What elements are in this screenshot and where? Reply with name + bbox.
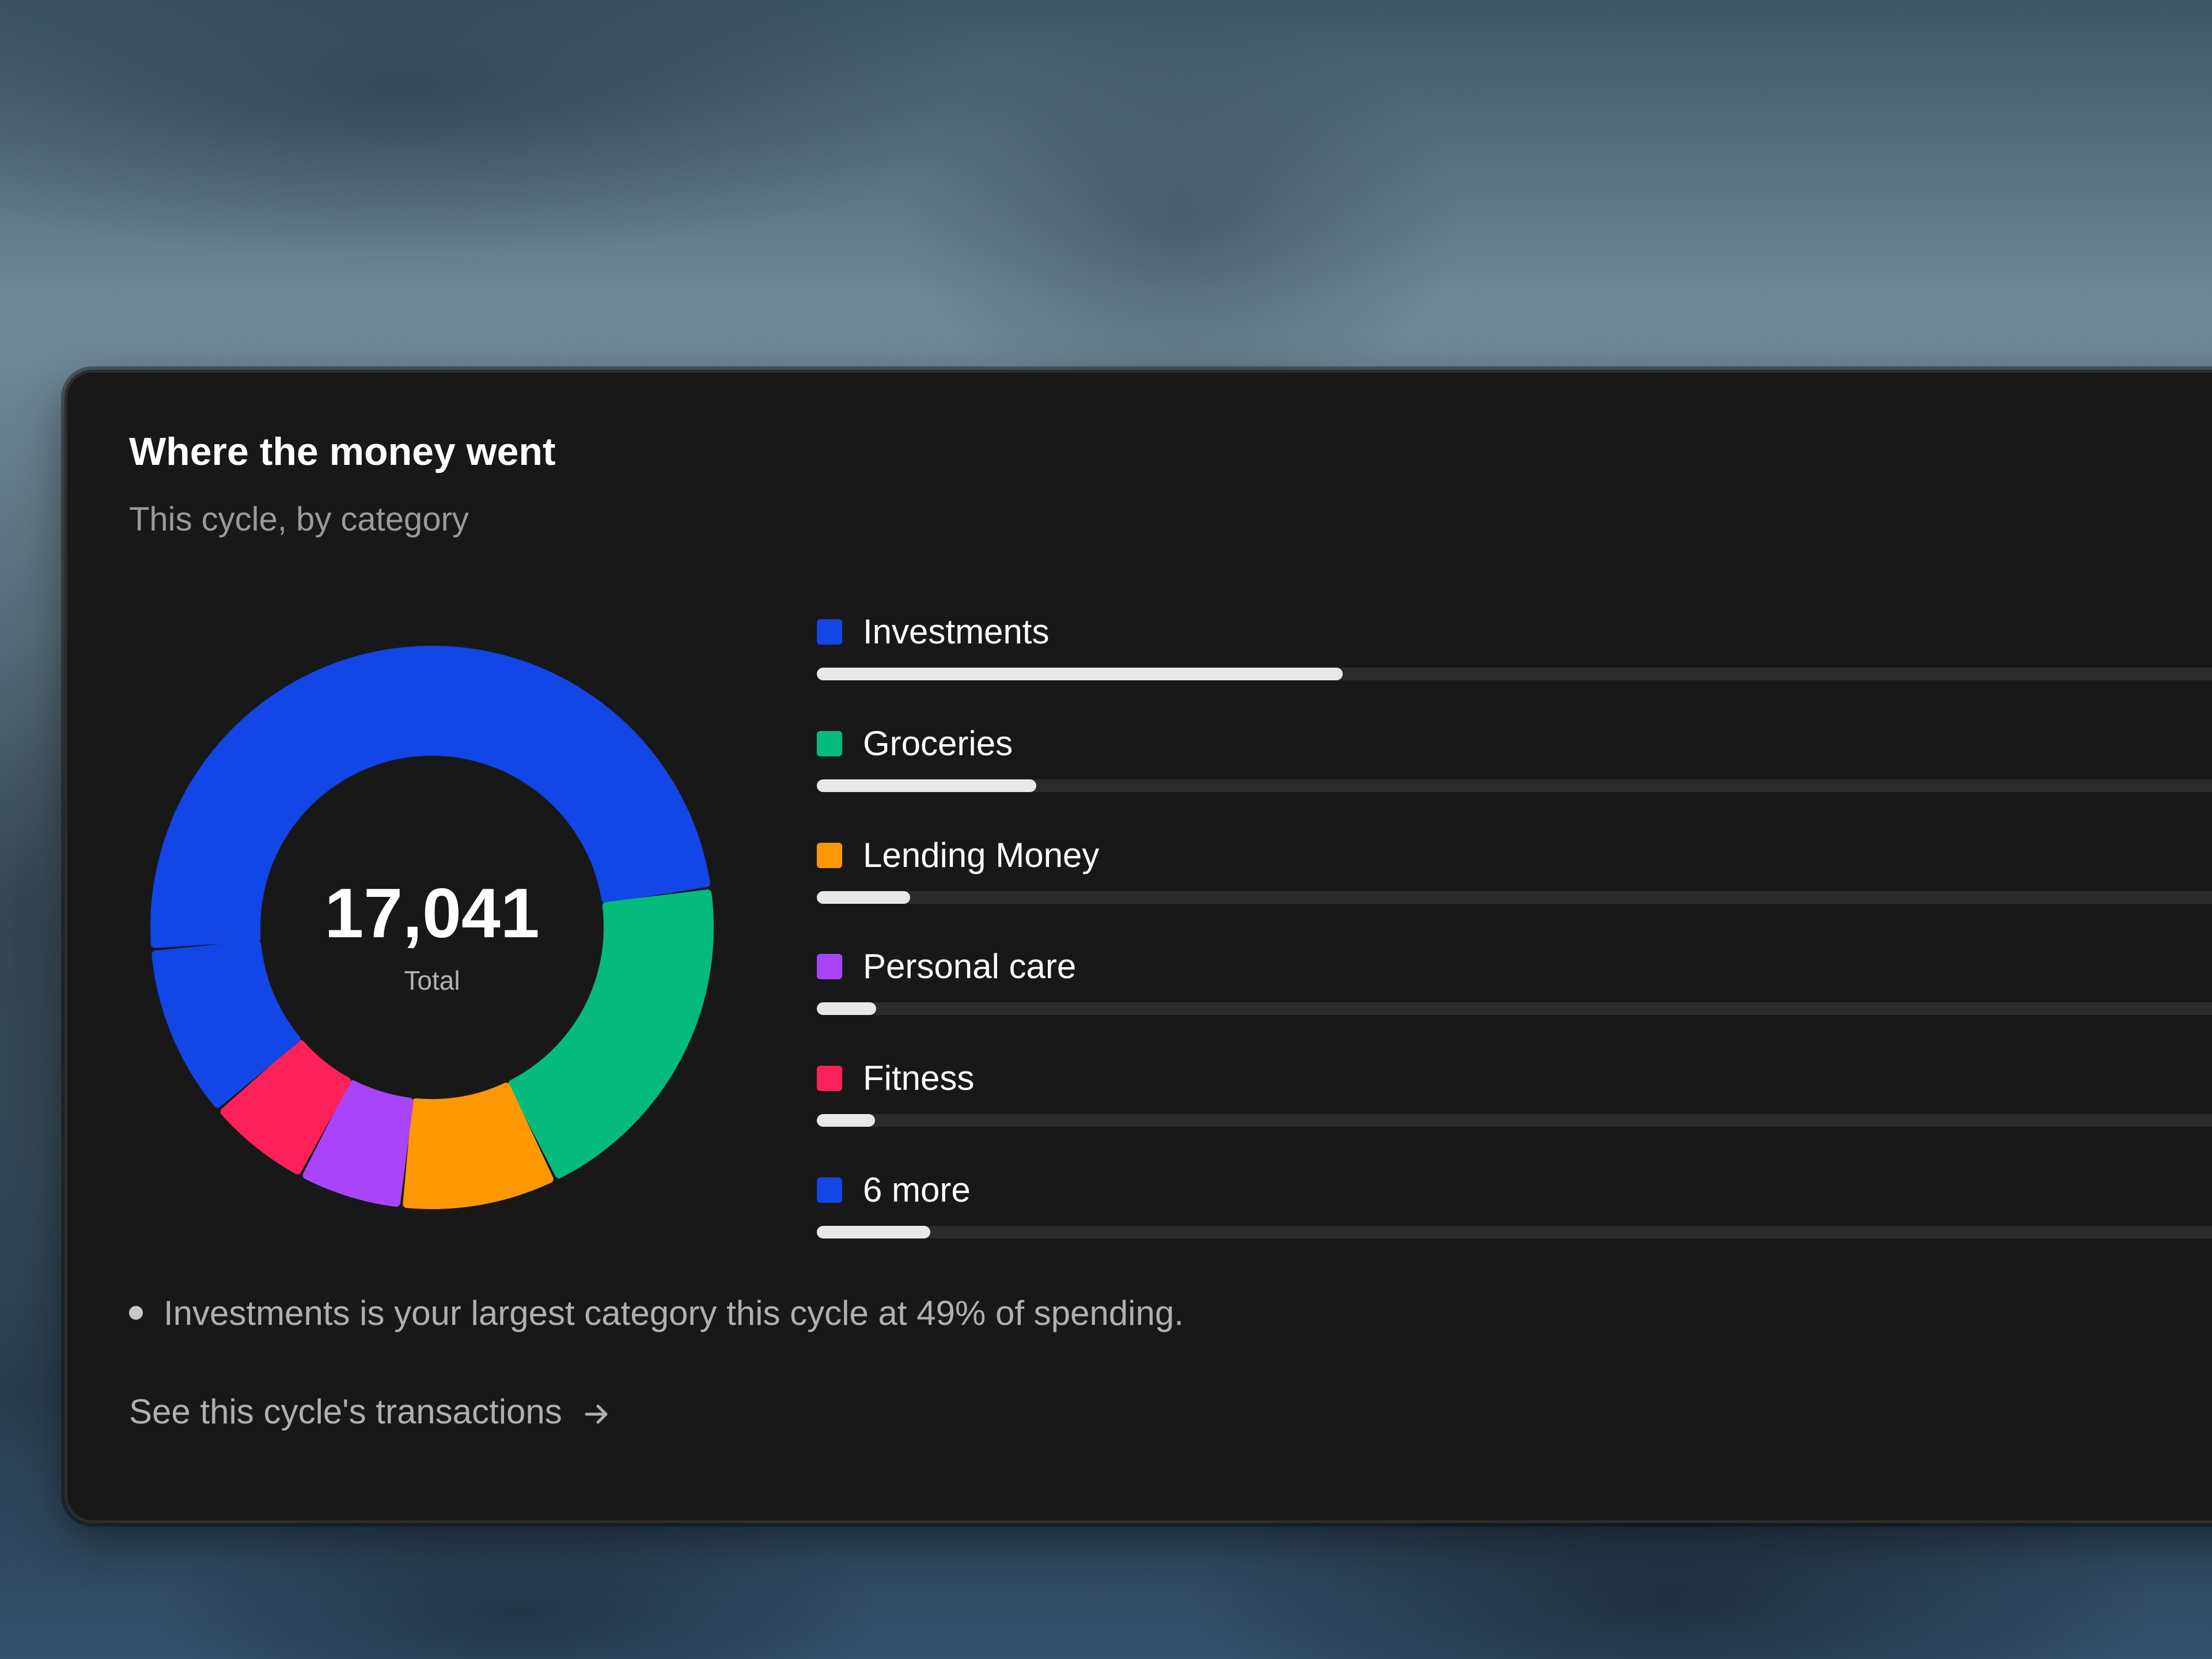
card-subtitle: This cycle, by category — [129, 501, 469, 538]
legend-bar-fill — [817, 1226, 930, 1238]
legend-bar-fill — [817, 668, 1343, 680]
legend-label: Groceries — [863, 724, 1013, 763]
legend-item-fitness[interactable]: Fitness — [817, 1059, 2212, 1150]
donut-total-value: 17,041 — [324, 874, 539, 952]
legend-label: Investments — [863, 612, 1050, 651]
arrow-right-icon — [584, 1392, 611, 1432]
legend-bar-track — [817, 668, 2212, 680]
legend-label: Lending Money — [863, 836, 1100, 874]
legend-bar-track — [817, 1226, 2212, 1238]
legend-swatch — [817, 843, 842, 868]
legend-label: 6 more — [863, 1171, 971, 1209]
legend-item-lending-money[interactable]: Lending Money — [817, 836, 2212, 927]
bullet-icon — [129, 1306, 143, 1320]
legend-item-groceries[interactable]: Groceries — [817, 724, 2212, 815]
card-title: Where the money went — [129, 430, 556, 474]
legend-bar-track — [817, 779, 2212, 792]
legend-bar-fill — [817, 779, 1037, 792]
legend-label: Fitness — [863, 1059, 975, 1097]
legend-item-personal-care[interactable]: Personal care — [817, 947, 2212, 1038]
legend-swatch — [817, 731, 842, 756]
legend-swatch — [817, 954, 842, 979]
donut-chart: 17,041 Total — [150, 646, 714, 1209]
legend-item-6-more[interactable]: 6 more — [817, 1171, 2212, 1262]
see-transactions-link[interactable]: See this cycle's transactions — [129, 1392, 611, 1432]
legend-label: Personal care — [863, 947, 1077, 986]
legend-swatch — [817, 619, 842, 645]
legend-bar-fill — [817, 891, 911, 904]
legend-bar-track — [817, 891, 2212, 904]
legend-bar-track — [817, 1002, 2212, 1015]
legend-bar-fill — [817, 1114, 875, 1127]
donut-segment-groceries[interactable] — [508, 889, 714, 1179]
legend-swatch — [817, 1177, 842, 1203]
legend-item-investments[interactable]: Investments — [817, 612, 2212, 703]
legend-bar-track — [817, 1114, 2212, 1127]
legend-swatch — [817, 1066, 842, 1091]
see-transactions-label: See this cycle's transactions — [129, 1392, 562, 1431]
insight-text: Investments is your largest category thi… — [164, 1294, 1184, 1332]
legend-bar-fill — [817, 1002, 877, 1015]
donut-total-label: Total — [404, 965, 460, 995]
